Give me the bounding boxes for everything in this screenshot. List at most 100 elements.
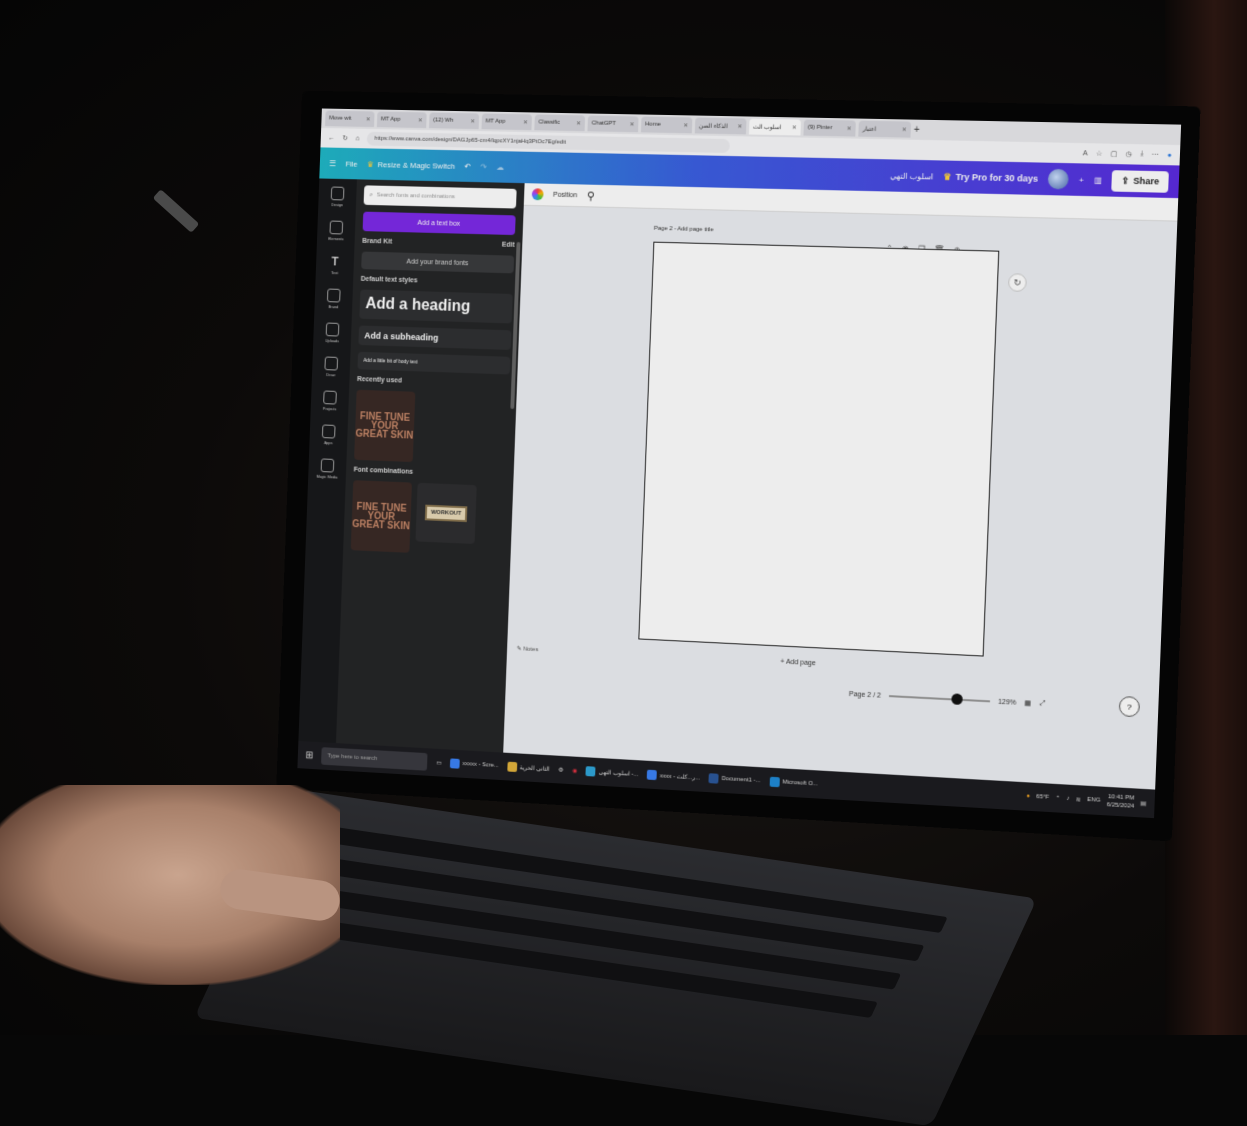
share-button[interactable]: ⇪ Share bbox=[1111, 169, 1169, 193]
read-aloud-icon[interactable]: A bbox=[1083, 150, 1088, 157]
task-view-icon[interactable]: ▭ bbox=[436, 759, 442, 766]
add-collaborator-icon[interactable]: + bbox=[1079, 175, 1084, 184]
volume-icon[interactable]: ♪ bbox=[1066, 796, 1069, 802]
notification-icon[interactable]: ▤ bbox=[1140, 799, 1146, 806]
undo-icon[interactable]: ↶ bbox=[464, 162, 471, 171]
design-page[interactable] bbox=[638, 241, 1000, 657]
settings-icon[interactable]: ⚙ bbox=[558, 766, 563, 773]
browser-tab[interactable]: ChatGPT ✕ bbox=[587, 115, 639, 133]
grid-view-icon[interactable]: ▦ bbox=[1024, 699, 1031, 707]
insights-icon[interactable]: ▥ bbox=[1094, 175, 1102, 184]
fullscreen-icon[interactable]: ⤢ bbox=[1039, 700, 1045, 708]
avatar[interactable] bbox=[1047, 168, 1070, 190]
zoom-level[interactable]: 129% bbox=[998, 698, 1017, 706]
taskbar-search-input[interactable]: Type here to search bbox=[321, 747, 428, 771]
rail-item-design[interactable]: Design bbox=[330, 186, 345, 208]
close-icon[interactable]: ✕ bbox=[470, 118, 475, 125]
recent-font-thumbnail[interactable]: FINE TUNE YOUR GREAT SKIN bbox=[354, 389, 416, 463]
browser-tab[interactable]: Move wit ✕ bbox=[325, 110, 375, 128]
copilot-icon[interactable]: ● bbox=[1167, 151, 1172, 158]
rail-item-text[interactable]: T Text bbox=[331, 255, 339, 276]
page-count[interactable]: Page 2 / 2 bbox=[849, 690, 881, 699]
close-icon[interactable]: ✕ bbox=[902, 126, 907, 133]
add-subheading-button[interactable]: Add a subheading bbox=[358, 325, 512, 350]
weather-temp[interactable]: 65°F bbox=[1036, 794, 1049, 801]
home-icon[interactable]: ⌂ bbox=[355, 135, 359, 142]
language-indicator[interactable]: ENG bbox=[1087, 797, 1101, 804]
notes-button[interactable]: ✎ Notes bbox=[517, 645, 539, 653]
browser-tab[interactable]: Home ✕ bbox=[640, 116, 693, 134]
file-menu[interactable]: File bbox=[345, 159, 357, 168]
screen: Move wit ✕ MT App ✕ (12) Wh ✕ MT App ✕ Class… bbox=[297, 108, 1182, 819]
add-body-text-button[interactable]: Add a little bit of body text bbox=[357, 351, 511, 375]
back-icon[interactable]: ← bbox=[328, 134, 335, 141]
font-combination-thumbnail[interactable]: WORKOUT bbox=[415, 482, 477, 544]
rail-item-projects[interactable]: Projects bbox=[323, 390, 337, 411]
redo-icon[interactable]: ↷ bbox=[480, 162, 487, 171]
document-title[interactable]: اسلوب التهي bbox=[890, 171, 934, 181]
browser-tab[interactable]: MT App ✕ bbox=[481, 113, 533, 131]
rotate-icon[interactable]: ↻ bbox=[1007, 273, 1027, 292]
new-tab-icon[interactable]: + bbox=[914, 124, 920, 135]
menu-icon[interactable]: ☰ bbox=[329, 159, 336, 168]
chrome-icon[interactable]: ◉ bbox=[572, 767, 577, 774]
taskbar-app[interactable]: الثاني الحرية bbox=[507, 761, 550, 774]
rail-item-elements[interactable]: Elements bbox=[328, 220, 344, 241]
taskbar-app[interactable]: xxxx - ر...كلت... bbox=[646, 769, 700, 783]
close-icon[interactable]: ✕ bbox=[418, 117, 423, 124]
rail-item-apps[interactable]: Apps bbox=[321, 424, 336, 445]
close-icon[interactable]: ✕ bbox=[792, 124, 797, 131]
close-icon[interactable]: ✕ bbox=[576, 120, 581, 127]
close-icon[interactable]: ✕ bbox=[629, 121, 634, 128]
try-pro-button[interactable]: ♛ Try Pro for 30 days bbox=[943, 171, 1038, 184]
format-paint-icon[interactable]: ⚲ bbox=[587, 189, 595, 202]
page-title[interactable]: Page 2 - Add page title bbox=[654, 226, 714, 233]
favorite-icon[interactable]: ☆ bbox=[1096, 149, 1103, 157]
browser-tab[interactable]: (12) Wh ✕ bbox=[429, 112, 480, 130]
browser-tab[interactable]: الذكاء الصن ✕ bbox=[694, 117, 747, 135]
browser-tab[interactable]: Classific ✕ bbox=[534, 114, 586, 132]
chevron-up-icon[interactable]: ⌃ bbox=[1055, 795, 1060, 802]
add-text-box-button[interactable]: Add a text box bbox=[362, 211, 516, 236]
rail-item-uploads[interactable]: Uploads bbox=[325, 322, 340, 343]
browser-tab[interactable]: اعتبار ✕ bbox=[858, 120, 912, 138]
close-icon[interactable]: ✕ bbox=[737, 123, 742, 130]
cloud-icon[interactable]: ☁ bbox=[496, 162, 504, 171]
taskbar-app-active[interactable]: اسلوب التهي -... bbox=[585, 766, 639, 779]
rail-item-brand[interactable]: Brand bbox=[326, 288, 341, 310]
taskbar-app[interactable]: Document1 -... bbox=[708, 773, 761, 786]
add-brand-fonts-button[interactable]: Add your brand fonts bbox=[361, 251, 515, 274]
zoom-slider-knob[interactable] bbox=[951, 693, 963, 705]
weather-icon[interactable]: ● bbox=[1026, 793, 1030, 799]
font-search-input[interactable]: ⌕ Search fonts and combinations bbox=[363, 185, 517, 209]
windows-start-icon[interactable]: ⊞ bbox=[305, 750, 313, 761]
zoom-slider[interactable] bbox=[888, 693, 990, 705]
taskbar-app[interactable]: Microsoft O... bbox=[769, 776, 818, 790]
rail-item-draw[interactable]: Draw bbox=[324, 356, 339, 378]
add-page-button[interactable]: + Add page bbox=[780, 658, 816, 667]
history-icon[interactable]: ◷ bbox=[1125, 150, 1132, 158]
system-tray: ● 65°F ⌃ ♪ ≋ ENG 10:41 PM 6/25/2024 ▤ bbox=[1026, 788, 1147, 811]
color-wheel-icon[interactable] bbox=[531, 188, 544, 201]
wifi-icon[interactable]: ≋ bbox=[1076, 796, 1081, 803]
taskbar-app[interactable]: xxxxx - Scre... bbox=[449, 758, 499, 771]
add-heading-button[interactable]: Add a heading bbox=[359, 289, 513, 324]
browser-tab[interactable]: MT App ✕ bbox=[376, 111, 427, 129]
rail-item-magic-media[interactable]: Magic Media bbox=[316, 458, 338, 480]
close-icon[interactable]: ✕ bbox=[683, 122, 688, 129]
close-icon[interactable]: ✕ bbox=[366, 116, 371, 123]
more-icon[interactable]: ⋯ bbox=[1152, 151, 1160, 159]
resize-button[interactable]: ♛ Resize & Magic Switch bbox=[367, 160, 455, 171]
download-icon[interactable]: ⤓ bbox=[1140, 150, 1143, 158]
edit-link[interactable]: Edit bbox=[502, 242, 515, 249]
refresh-icon[interactable]: ↻ bbox=[342, 134, 348, 142]
close-icon[interactable]: ✕ bbox=[523, 119, 528, 126]
split-screen-icon[interactable]: ▢ bbox=[1110, 150, 1117, 158]
close-icon[interactable]: ✕ bbox=[846, 125, 851, 132]
position-button[interactable]: Position bbox=[553, 191, 577, 198]
font-combination-thumbnail[interactable]: FINE TUNE YOUR GREAT SKIN bbox=[350, 480, 412, 553]
browser-tab-active[interactable]: اسلوب الت ✕ bbox=[748, 118, 802, 136]
help-icon[interactable]: ? bbox=[1118, 695, 1141, 718]
clock[interactable]: 10:41 PM 6/25/2024 bbox=[1106, 793, 1134, 811]
browser-tab[interactable]: (9) Pinter ✕ bbox=[803, 119, 856, 137]
